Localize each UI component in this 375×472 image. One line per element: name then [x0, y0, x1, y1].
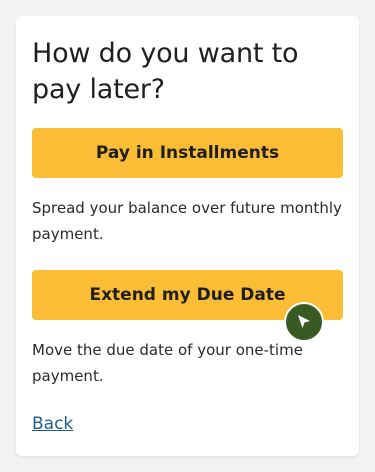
pay-later-card: How do you want to pay later? Pay in Ins… — [16, 16, 359, 456]
back-link[interactable]: Back — [32, 413, 73, 435]
page-title: How do you want to pay later? — [32, 38, 299, 105]
pay-in-installments-button[interactable]: Pay in Installments — [32, 128, 343, 178]
extend-due-date-description: Move the due date of your one-time payme… — [32, 341, 303, 385]
cursor-indicator — [284, 302, 324, 342]
extend-due-date-label: Extend my Due Date — [89, 285, 286, 305]
pointer-cursor-icon — [298, 315, 310, 328]
pay-in-installments-label: Pay in Installments — [95, 143, 280, 163]
installments-description: Spread your balance over future monthly … — [32, 199, 342, 243]
